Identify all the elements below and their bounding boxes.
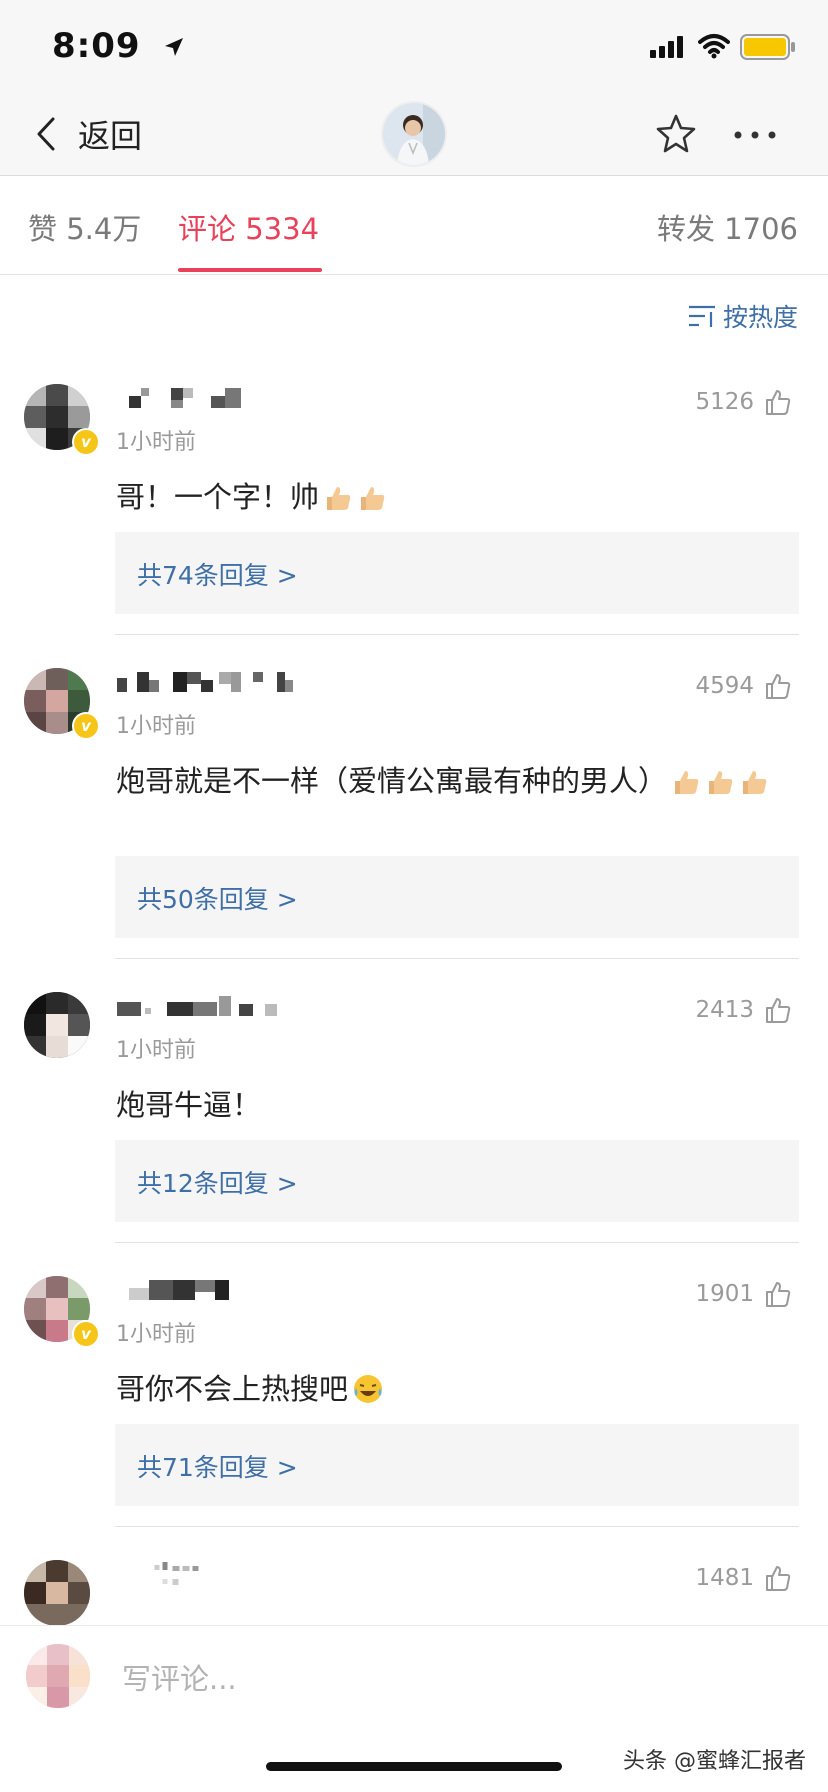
commenter-name-pixelated [117, 672, 293, 692]
view-replies-button[interactable]: 共50条回复 > [115, 856, 799, 938]
comment-divider [115, 958, 799, 959]
comment-like-button[interactable]: 4594 [695, 672, 792, 700]
comment-text: 哥你不会上热搜吧 [116, 1370, 788, 1415]
poster-avatar[interactable] [381, 101, 447, 167]
comment-like-button[interactable]: 2413 [695, 996, 792, 1024]
comment-time: 1小时前 [116, 714, 196, 739]
active-tab-indicator [178, 268, 322, 272]
comment-text: 炮哥牛逼！ [116, 1088, 262, 1122]
thumbs-up-emoji-icon [323, 483, 353, 523]
thumbs-up-icon [766, 1566, 791, 1591]
view-replies-button[interactable]: 共71条回复 > [115, 1424, 799, 1506]
commenter-name-pixelated [154, 1562, 199, 1585]
comment-time: 1小时前 [116, 430, 196, 455]
wifi-icon [698, 34, 730, 59]
comment-divider [115, 634, 799, 635]
like-count: 1901 [695, 1281, 754, 1307]
laughing-crying-emoji-icon [352, 1373, 384, 1415]
chevron-left-icon [37, 117, 55, 151]
thumbs-up-emoji-icon [671, 767, 701, 807]
verified-badge-icon: v [72, 428, 100, 456]
more-options-icon[interactable] [728, 115, 788, 155]
comment-text: 炮哥就是不一样（爱情公寓最有种的男人） [116, 762, 788, 807]
like-count: 5126 [695, 389, 754, 415]
like-count: 2413 [695, 997, 754, 1023]
thumbs-up-emoji-icon [739, 767, 769, 807]
comment-like-button[interactable]: 5126 [695, 388, 792, 416]
commenter-avatar[interactable] [24, 1560, 90, 1626]
replies-label: 共12条回复 > [137, 1169, 298, 1198]
cellular-signal-icon [650, 36, 683, 58]
sort-by-hot-button[interactable]: 按热度 [687, 298, 798, 334]
status-time: 8:09 [52, 26, 141, 66]
sort-label: 按热度 [722, 303, 798, 332]
like-count: 1481 [695, 1565, 754, 1591]
like-count: 4594 [695, 673, 754, 699]
commenter-name-pixelated [129, 1280, 229, 1300]
my-avatar [26, 1644, 90, 1708]
comment-time: 1小时前 [116, 1038, 196, 1063]
verified-badge-icon: v [72, 712, 100, 740]
sort-icon [688, 305, 715, 327]
comment-divider [115, 1526, 799, 1527]
status-bar: 8:09 [0, 0, 828, 95]
back-button[interactable]: 返回 [36, 109, 142, 159]
view-replies-button[interactable]: 共74条回复 > [115, 532, 799, 614]
comment-text: 哥！一个字！帅 [116, 478, 788, 523]
battery-icon [740, 34, 795, 60]
tab-comments[interactable]: 评论 5334 [178, 206, 319, 248]
commenter-avatar[interactable] [24, 992, 90, 1058]
back-label: 返回 [78, 117, 143, 155]
location-arrow-icon [165, 38, 183, 56]
watermark: 头条 @蜜蜂汇报者 [623, 1749, 806, 1774]
comment-time: 1小时前 [116, 1322, 196, 1347]
thumbs-up-icon [766, 1282, 791, 1307]
comment-divider [115, 1242, 799, 1243]
verified-badge-icon: v [72, 1320, 100, 1348]
nav-bar: 返回 [0, 95, 828, 176]
thumbs-up-icon [766, 390, 791, 415]
thumbs-up-icon [766, 998, 791, 1023]
replies-label: 共71条回复 > [137, 1453, 298, 1482]
comment-like-button[interactable]: 1481 [695, 1564, 792, 1592]
favorite-star-icon[interactable] [656, 113, 696, 153]
replies-label: 共50条回复 > [137, 885, 298, 914]
home-indicator[interactable] [266, 1762, 562, 1771]
write-comment-input[interactable]: 写评论... [122, 1656, 237, 1698]
tab-likes[interactable]: 赞 5.4万 [28, 206, 141, 248]
comment-composer-bar: 写评论... [0, 1626, 828, 1722]
tab-bar: 赞 5.4万 评论 5334 转发 1706 [0, 176, 828, 275]
view-replies-button[interactable]: 共12条回复 > [115, 1140, 799, 1222]
thumbs-up-emoji-icon [357, 483, 387, 523]
thumbs-up-icon [766, 674, 791, 699]
replies-label: 共74条回复 > [137, 561, 298, 590]
comment-like-button[interactable]: 1901 [695, 1280, 792, 1308]
tab-reposts[interactable]: 转发 1706 [657, 206, 798, 248]
thumbs-up-emoji-icon [705, 767, 735, 807]
commenter-name-pixelated [117, 996, 277, 1016]
commenter-name-pixelated [129, 388, 241, 408]
